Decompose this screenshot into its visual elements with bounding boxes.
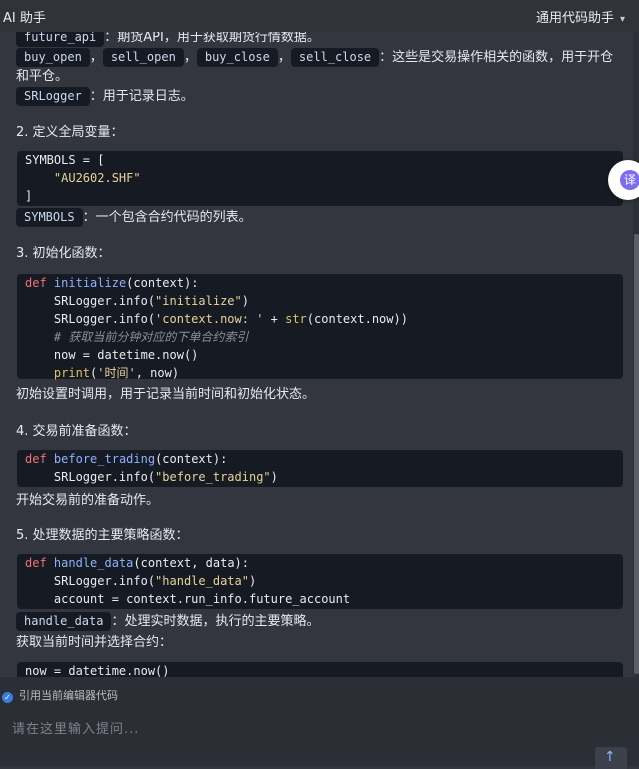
code-text: +: [263, 312, 286, 326]
paragraph: 初始设置时调用，用于记录当前时间和初始化状态。: [16, 387, 316, 402]
symbols-desc: ：一个包含合约代码的列表。: [82, 210, 252, 225]
code-text: ): [241, 294, 249, 308]
string-literal: 'context.now: ': [155, 312, 264, 326]
assistant-mode-label: 通用代码助手: [535, 11, 614, 26]
code-line: def handle_data(context, data):: [25, 554, 249, 572]
section-heading: 2. 定义全局变量：: [16, 125, 124, 140]
function-name: before_trading: [53, 452, 156, 466]
quote-label: 引用当前编辑器代码: [19, 689, 118, 702]
future-api-desc: ：期货API，用于获取期货行情数据。: [104, 32, 320, 45]
paragraph: 开始交易前的准备动作。: [16, 493, 160, 508]
app-title: AI 助手: [3, 11, 46, 26]
code-line: print('时间', now): [25, 364, 179, 382]
check-icon: ✓: [2, 692, 13, 703]
separator: ，: [277, 50, 291, 65]
code-text: (context):: [155, 452, 228, 466]
builtin: print: [53, 366, 91, 380]
title-bar: AI 助手 通用代码助手 ▾: [0, 0, 639, 32]
code-text: (context, data):: [133, 556, 249, 570]
code-text: , now): [135, 366, 180, 380]
code-chip: sell_close: [290, 48, 380, 67]
code-chip: future_api: [16, 32, 105, 47]
code-chip: SYMBOLS: [16, 208, 83, 227]
function-name: initialize: [53, 276, 127, 290]
code-line: SRLogger.info("initialize"): [25, 292, 249, 310]
builtin: str: [285, 312, 307, 326]
handle-data-desc: ：处理实时数据，执行的主要策略。: [111, 614, 320, 629]
section-heading: 5. 处理数据的主要策略函数：: [16, 528, 189, 543]
arrow-up-icon: ↑: [604, 749, 616, 765]
code-line: now = datetime.now(): [25, 348, 199, 362]
symbols-line: SYMBOLS ：一个包含合约代码的列表。: [16, 206, 252, 227]
code-text: (context):: [126, 276, 199, 290]
quote-editor-code-toggle[interactable]: ✓ 引用当前编辑器代码: [2, 687, 118, 703]
code-block[interactable]: now = datetime.now(): [17, 662, 623, 677]
keyword: def: [25, 276, 47, 290]
code-chip: SRLogger: [16, 87, 90, 106]
question-input[interactable]: [10, 717, 574, 741]
assistant-mode-select[interactable]: 通用代码助手 ▾: [536, 7, 625, 26]
string-literal: "before_trading": [155, 470, 271, 484]
code-text: SRLogger.info(: [25, 312, 156, 326]
code-line: def before_trading(context):: [25, 450, 227, 468]
code-text: SRLogger.info(: [25, 574, 156, 588]
handle-data-line: handle_data ：处理实时数据，执行的主要策略。: [16, 610, 320, 631]
code-comment: # 获取当前分钟对应的下单合约索引: [25, 330, 249, 344]
srlogger-line: SRLogger ：用于记录日志。: [16, 85, 194, 106]
scrollbar-thumb[interactable]: [634, 234, 639, 674]
paragraph: 获取当前时间并选择合约：: [16, 635, 173, 650]
translate-icon: 译: [620, 170, 639, 190]
code-line: SRLogger.info("handle_data"): [25, 572, 256, 590]
code-line: now = datetime.now(): [25, 664, 170, 677]
code-line: account = context.run_info.future_accoun…: [25, 592, 351, 606]
trade-desc: ：这些是交易操作相关的函数，用于开仓: [379, 50, 614, 65]
input-panel: ✓ 引用当前编辑器代码 ↑: [0, 677, 639, 769]
code-chip: handle_data: [16, 612, 112, 631]
code-text: SRLogger.info(: [25, 294, 156, 308]
code-line: SRLogger.info('context.now: ' + str(cont…: [25, 310, 408, 328]
trade-desc-cont: 和平仓。: [16, 69, 69, 84]
string-literal: "initialize": [155, 294, 242, 308]
code-text: SRLogger.info(: [25, 470, 156, 484]
code-line: "AU2602.SHF": [25, 171, 141, 185]
code-line: def initialize(context):: [25, 274, 198, 292]
section-heading: 4. 交易前准备函数：: [16, 424, 137, 439]
string-literal: "handle_data": [155, 574, 249, 588]
code-line: SRLogger.info("before_trading"): [25, 468, 278, 486]
code-text: ): [248, 574, 257, 588]
chevron-down-icon: ▾: [619, 14, 625, 25]
code-text: ): [270, 470, 278, 484]
separator: ，: [89, 50, 103, 65]
chat-message-area[interactable]: future_api ：期货API，用于获取期货行情数据。 buy_open， se…: [0, 32, 633, 677]
code-block[interactable]: SYMBOLS = [ "AU2602.SHF" ]: [17, 151, 623, 206]
string-literal: '时间': [97, 366, 136, 380]
code-chip: sell_open: [102, 48, 184, 67]
code-text: (context.now)): [306, 312, 408, 326]
future-api-line: future_api ：期货API，用于获取期货行情数据。: [16, 32, 320, 47]
section-heading: 3. 初始化函数：: [16, 246, 111, 261]
code-block[interactable]: def before_trading(context): SRLogger.in…: [17, 450, 623, 487]
keyword: def: [25, 556, 47, 570]
code-block[interactable]: def initialize(context): SRLogger.info("…: [17, 274, 623, 382]
code-line: SYMBOLS = [: [25, 153, 105, 167]
code-line: ]: [25, 189, 33, 203]
code-chip: buy_close: [196, 48, 278, 67]
trade-functions-line: buy_open， sell_open， buy_close， sell_close：…: [16, 46, 613, 67]
srlogger-desc: ：用于记录日志。: [89, 89, 194, 104]
function-name: handle_data: [53, 556, 134, 570]
code-block[interactable]: def handle_data(context, data): SRLogger…: [17, 554, 623, 609]
keyword: def: [25, 452, 47, 466]
separator: ，: [183, 50, 197, 65]
